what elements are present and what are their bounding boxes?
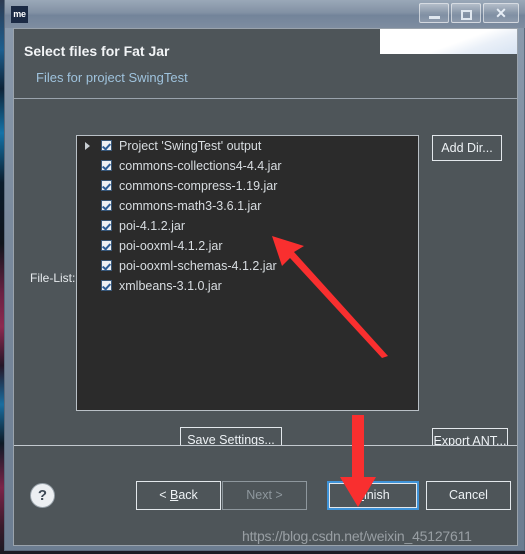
wizard-header: Select files for Fat Jar Files for proje…: [14, 29, 517, 99]
file-list-label: File-List:: [30, 271, 76, 285]
file-list-row[interactable]: commons-math3-3.6.1.jar: [77, 196, 418, 216]
page-title: Select files for Fat Jar: [24, 43, 170, 59]
checkbox-checked-icon[interactable]: [101, 280, 112, 291]
maximize-icon: [460, 10, 472, 21]
file-list-row-label: xmlbeans-3.1.0.jar: [119, 279, 222, 293]
file-list-row[interactable]: poi-4.1.2.jar: [77, 216, 418, 236]
file-list[interactable]: Project 'SwingTest' output commons-collec…: [76, 135, 419, 411]
close-button[interactable]: ✕: [483, 3, 519, 23]
next-button: Next >: [222, 481, 307, 510]
add-dir-button[interactable]: Add Dir...: [432, 135, 502, 161]
finish-mnemonic: F: [356, 488, 364, 502]
window-title-bar[interactable]: me ✕: [5, 0, 525, 28]
file-list-row-label: commons-math3-3.6.1.jar: [119, 199, 262, 213]
header-banner-image: [380, 29, 517, 54]
file-list-row[interactable]: poi-ooxml-schemas-4.1.2.jar: [77, 256, 418, 276]
file-list-row-label: poi-4.1.2.jar: [119, 219, 186, 233]
finish-button[interactable]: Finish: [327, 481, 419, 510]
minimize-icon: [428, 15, 440, 19]
file-list-row-label: commons-collections4-4.4.jar: [119, 159, 282, 173]
wizard-button-bar: ? < Back Next > Finish Cancel: [14, 446, 517, 545]
checkbox-checked-icon[interactable]: [101, 200, 112, 211]
checkbox-checked-icon[interactable]: [101, 160, 112, 171]
help-icon[interactable]: ?: [30, 483, 55, 508]
checkbox-checked-icon[interactable]: [101, 260, 112, 271]
close-icon: ✕: [495, 5, 507, 21]
file-list-row-label: Project 'SwingTest' output: [119, 139, 262, 153]
checkbox-checked-icon[interactable]: [101, 180, 112, 191]
dialog-client-area: Select files for Fat Jar Files for proje…: [13, 28, 518, 546]
expand-triangle-icon[interactable]: [85, 142, 90, 150]
checkbox-checked-icon[interactable]: [101, 140, 112, 151]
back-mnemonic: B: [169, 488, 179, 502]
file-list-row[interactable]: xmlbeans-3.1.0.jar: [77, 276, 418, 296]
minimize-button[interactable]: [419, 3, 449, 23]
file-list-row-label: poi-ooxml-4.1.2.jar: [119, 239, 223, 253]
file-list-row[interactable]: commons-compress-1.19.jar: [77, 176, 418, 196]
file-list-row[interactable]: poi-ooxml-4.1.2.jar: [77, 236, 418, 256]
file-list-row-label: commons-compress-1.19.jar: [119, 179, 278, 193]
page-subtitle: Files for project SwingTest: [36, 70, 188, 85]
wizard-body: File-List: Project 'SwingTest' output com…: [14, 99, 517, 499]
file-list-row-label: poi-ooxml-schemas-4.1.2.jar: [119, 259, 277, 273]
file-list-row[interactable]: Project 'SwingTest' output: [77, 136, 418, 156]
checkbox-checked-icon[interactable]: [101, 220, 112, 231]
file-list-row[interactable]: commons-collections4-4.4.jar: [77, 156, 418, 176]
checkbox-checked-icon[interactable]: [101, 240, 112, 251]
back-button[interactable]: < Back: [136, 481, 221, 510]
maximize-button[interactable]: [451, 3, 481, 23]
cancel-button[interactable]: Cancel: [426, 481, 511, 510]
app-icon: me: [11, 6, 28, 23]
finish-button-inner: Finish: [329, 483, 417, 508]
fat-jar-wizard-window: me ✕ Select files for Fat Jar Files for …: [4, 0, 525, 551]
